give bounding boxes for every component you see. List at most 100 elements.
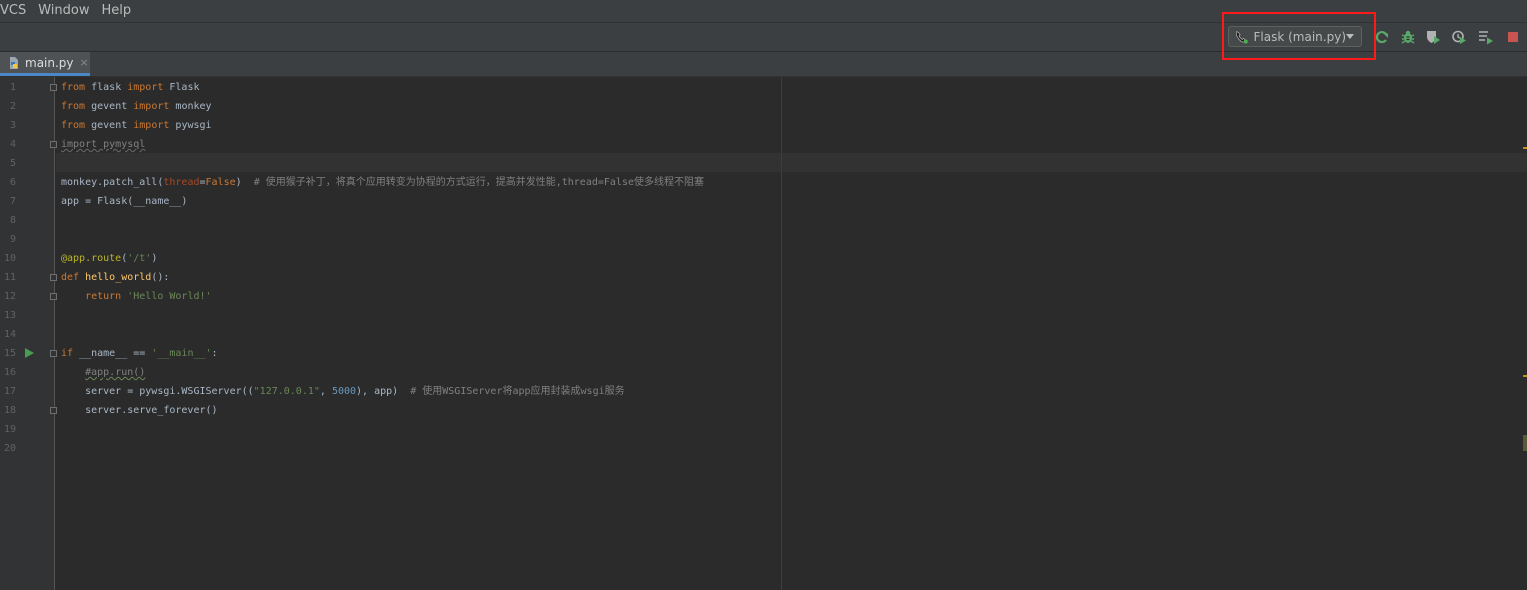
menu-window[interactable]: Window [32, 0, 95, 22]
code-token: from [61, 82, 92, 93]
fold-marker[interactable] [50, 141, 57, 148]
concurrency-diagram-icon[interactable] [1478, 29, 1494, 45]
code-token: thread [163, 177, 200, 188]
python-run-config-icon [1235, 30, 1248, 44]
line-number: 17 [3, 386, 16, 397]
line-number: 11 [3, 272, 16, 283]
code-token: flask [91, 82, 128, 93]
code-token: monkey [175, 101, 212, 112]
code-token: Flask [169, 82, 200, 93]
code-token: ) [151, 253, 158, 264]
menu-help[interactable]: Help [96, 0, 138, 22]
profile-icon[interactable] [1451, 29, 1467, 45]
line-number: 4 [9, 139, 16, 150]
stop-icon[interactable] [1505, 29, 1521, 45]
code-token: monkey.patch_all( [61, 177, 164, 188]
fold-marker[interactable] [50, 84, 57, 91]
code-token: if [61, 348, 80, 359]
menu-bar: VCS Window Help [0, 0, 1527, 23]
code-token: from [61, 120, 92, 131]
warning-mark[interactable] [1523, 435, 1527, 451]
toolbar: Flask (main.py) [0, 23, 1527, 52]
code-token: server.serve_forever() [61, 405, 218, 416]
code-token: ) [235, 177, 254, 188]
code-line: monkey.patch_all(thread=False) # 使用猴子补丁，… [61, 173, 704, 192]
warning-mark[interactable] [1523, 375, 1527, 377]
code-token: def [61, 272, 86, 283]
line-number: 16 [3, 367, 16, 378]
code-token: __name__ [133, 196, 182, 207]
fold-marker[interactable] [50, 350, 57, 357]
code-token: import [127, 82, 170, 93]
code-token: __name__ [79, 348, 128, 359]
code-line: if __name__ == '__main__': [61, 344, 218, 363]
fold-marker[interactable] [50, 407, 57, 414]
menu-vcs[interactable]: VCS [0, 0, 32, 22]
code-editor[interactable]: 1 2 3 4 5 6 7 8 9 10 11 12 13 14 15 16 17 18 19 20 from fla… [0, 77, 1527, 590]
line-number: 8 [9, 215, 16, 226]
code-token: '/t' [127, 253, 152, 264]
fold-marker[interactable] [50, 274, 57, 281]
code-line: server = pywsgi.WSGIServer(("127.0.0.1",… [61, 382, 625, 401]
line-number: 13 [3, 310, 16, 321]
line-number: 9 [9, 234, 16, 245]
run-config-label: Flask (main.py) [1253, 29, 1346, 44]
debug-icon[interactable] [1400, 29, 1416, 45]
code-token: "127.0.0.1" [253, 386, 320, 397]
run-gutter-icon[interactable] [25, 348, 34, 358]
error-stripe[interactable] [1523, 77, 1527, 590]
warning-mark[interactable] [1523, 147, 1527, 149]
editor-gutter[interactable]: 1 2 3 4 5 6 7 8 9 10 11 12 13 14 15 16 17 18 19 20 [0, 77, 57, 590]
code-token: gevent [91, 101, 134, 112]
line-number: 15 [3, 348, 16, 359]
code-token: from [61, 101, 92, 112]
line-number: 2 [9, 101, 16, 112]
code-token: False [205, 177, 236, 188]
code-token: : [211, 348, 218, 359]
code-line: from gevent import monkey [61, 97, 212, 116]
line-number: 19 [3, 424, 16, 435]
code-token: app = Flask( [61, 196, 134, 207]
line-number: 1 [9, 82, 16, 93]
tab-main-py[interactable]: main.py × [0, 52, 90, 76]
code-line: #app.run() [61, 363, 145, 382]
line-number: 6 [9, 177, 16, 188]
tab-label: main.py [25, 55, 74, 70]
line-number: 5 [9, 158, 16, 169]
close-icon[interactable]: × [80, 56, 89, 69]
code-token: pywsgi [175, 120, 212, 131]
run-configuration-dropdown[interactable]: Flask (main.py) [1228, 26, 1362, 47]
code-token: import pymysql [61, 139, 146, 150]
code-token: 'Hello World!' [127, 291, 212, 302]
code-token: == [127, 348, 152, 359]
code-token: , [319, 386, 332, 397]
code-line: def hello_world(): [61, 268, 169, 287]
line-number: 14 [3, 329, 16, 340]
line-number: 12 [3, 291, 16, 302]
code-line: app = Flask(__name__) [61, 192, 187, 211]
code-token: #app.run() [85, 367, 146, 378]
code-line: @app.route('/t') [61, 249, 157, 268]
code-line: server.serve_forever() [61, 401, 218, 420]
chevron-down-icon[interactable] [1346, 34, 1354, 39]
coverage-icon[interactable] [1425, 29, 1441, 45]
code-token: '__main__' [151, 348, 212, 359]
code-token: 5000 [331, 386, 357, 397]
line-number: 3 [9, 120, 16, 131]
code-token: (): [151, 272, 170, 283]
fold-marker[interactable] [50, 293, 57, 300]
code-token: # 使用WSGIServer将app应用封装成wsgi服务 [410, 386, 625, 397]
code-token: return [61, 291, 128, 302]
code-token: @app.route [61, 253, 122, 264]
code-line: return 'Hello World!' [61, 287, 212, 306]
code-line: from gevent import pywsgi [61, 116, 212, 135]
code-token: # 使用猴子补丁，将真个应用转变为协程的方式运行，提高并发性能,thread=F… [253, 177, 704, 188]
code-token: ), app) [356, 386, 411, 397]
code-token: gevent [91, 120, 134, 131]
line-number: 20 [3, 443, 16, 454]
current-line-highlight [56, 153, 1527, 172]
right-margin-guide [781, 77, 782, 590]
rerun-icon[interactable] [1374, 29, 1390, 45]
python-file-icon [10, 56, 18, 69]
